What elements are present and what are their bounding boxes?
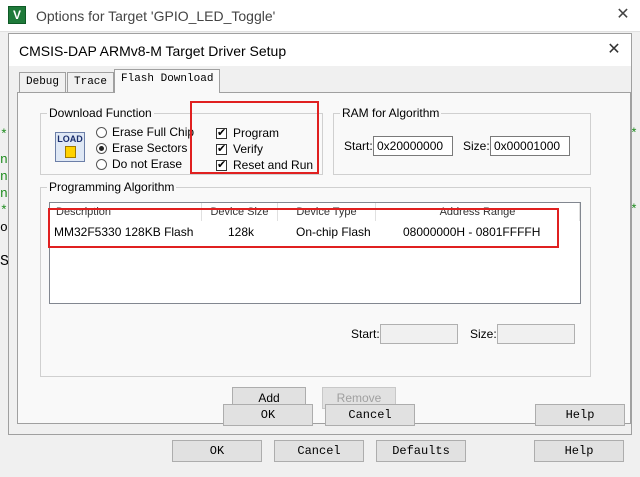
program-checkbox[interactable]: Program — [216, 126, 279, 140]
program-label: Program — [233, 126, 280, 140]
outer-ok-button[interactable]: OK — [172, 440, 262, 462]
ram-size-input[interactable]: 0x00001000 — [490, 136, 570, 156]
algo-start-label: Start: — [351, 327, 380, 341]
column-header-device-type[interactable]: Device Type — [278, 203, 376, 221]
erase-sectors-label: Erase Sectors — [112, 141, 188, 155]
outer-help-button[interactable]: Help — [534, 440, 624, 462]
ram-start-input[interactable]: 0x20000000 — [373, 136, 453, 156]
outer-defaults-button[interactable]: Defaults — [376, 440, 466, 462]
erase-full-chip-label: Erase Full Chip — [112, 125, 195, 139]
algo-size-label: Size: — [470, 327, 497, 341]
ram-for-algorithm-label: RAM for Algorithm — [340, 106, 442, 120]
row-device-size: 128k — [228, 225, 255, 239]
download-function-label: Download Function — [47, 106, 154, 120]
row-device-type: On-chip Flash — [296, 225, 371, 239]
download-function-group: Download Function LOAD Erase Full Chip E… — [40, 106, 323, 175]
algorithm-table[interactable]: Description Device Size Device Type Addr… — [49, 202, 581, 304]
column-header-address-range[interactable]: Address Range — [376, 203, 580, 221]
outer-window-title: Options for Target 'GPIO_LED_Toggle' — [36, 8, 276, 24]
erase-sectors-radio[interactable]: Erase Sectors — [96, 141, 187, 155]
programming-algorithm-group: Programming Algorithm Description Device… — [40, 180, 591, 377]
target-driver-setup-dialog: CMSIS-DAP ARMv8-M Target Driver Setup ✕ … — [8, 33, 632, 435]
dialog-cancel-button[interactable]: Cancel — [325, 404, 415, 426]
outer-cancel-button[interactable]: Cancel — [274, 440, 364, 462]
reset-and-run-checkbox[interactable]: Reset and Run — [216, 158, 313, 172]
keil-logo-icon: V — [8, 6, 26, 24]
column-header-device-size[interactable]: Device Size — [202, 203, 278, 221]
algo-size-input[interactable] — [497, 324, 575, 344]
dialog-ok-button[interactable]: OK — [223, 404, 313, 426]
erase-full-chip-radio[interactable]: Erase Full Chip — [96, 125, 194, 139]
outer-close-icon[interactable]: ✕ — [612, 4, 634, 26]
row-address-range: 08000000H - 0801FFFFH — [403, 225, 541, 239]
do-not-erase-radio[interactable]: Do not Erase — [96, 157, 182, 171]
reset-and-run-label: Reset and Run — [233, 158, 314, 172]
options-for-target-window: V Options for Target 'GPIO_LED_Toggle' ✕… — [0, 0, 640, 477]
tab-debug[interactable]: Debug — [19, 72, 67, 92]
flash-download-panel: Download Function LOAD Erase Full Chip E… — [17, 92, 631, 424]
column-header-description[interactable]: Description — [50, 203, 202, 221]
tab-trace[interactable]: Trace — [67, 72, 115, 92]
load-icon: LOAD — [55, 132, 85, 162]
dialog-help-button[interactable]: Help — [535, 404, 625, 426]
dialog-titlebar: CMSIS-DAP ARMv8-M Target Driver Setup ✕ — [9, 34, 631, 66]
ram-size-label: Size: — [463, 139, 490, 153]
ram-start-label: Start: — [344, 139, 373, 153]
algo-start-input[interactable] — [380, 324, 458, 344]
verify-label: Verify — [233, 142, 264, 156]
outer-titlebar: V Options for Target 'GPIO_LED_Toggle' ✕ — [0, 0, 640, 32]
do-not-erase-label: Do not Erase — [112, 157, 183, 171]
dialog-close-icon[interactable]: ✕ — [603, 39, 625, 61]
row-description: MM32F5330 128KB Flash — [54, 225, 194, 239]
ram-for-algorithm-group: RAM for Algorithm Start: 0x20000000 Size… — [333, 106, 591, 175]
tab-flash-download[interactable]: Flash Download — [114, 69, 221, 93]
verify-checkbox[interactable]: Verify — [216, 142, 263, 156]
programming-algorithm-label: Programming Algorithm — [47, 180, 177, 194]
dialog-title: CMSIS-DAP ARMv8-M Target Driver Setup — [19, 43, 287, 59]
